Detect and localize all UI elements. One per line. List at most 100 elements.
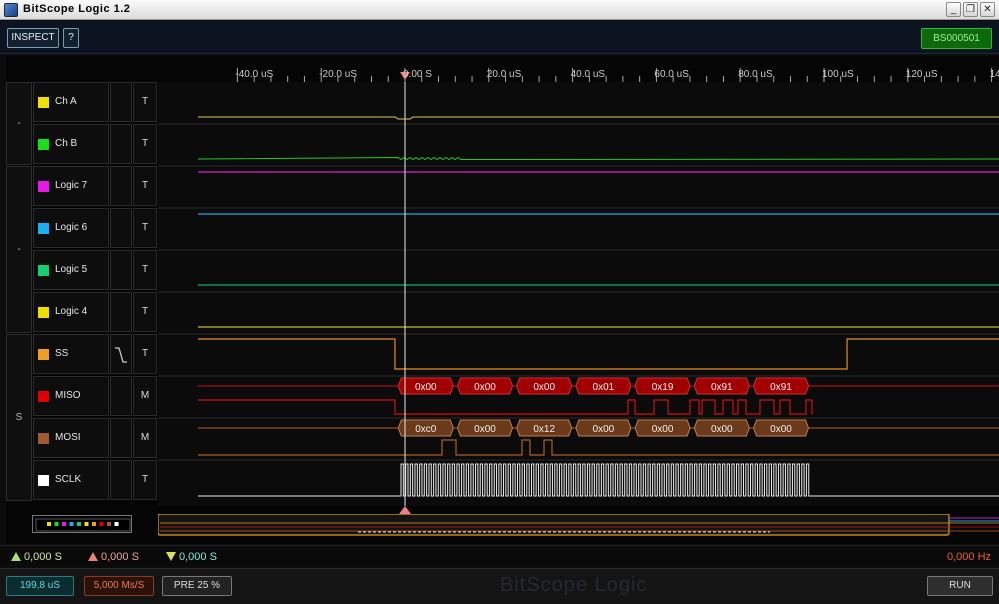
mosi-decode-value: 0x12 [533,424,555,435]
toolbar: INSPECT ? BS000501 [0,21,999,54]
time-ruler[interactable]: -40.0 uS -20.0 uS 0.00 S 20.0 uS 40.0 uS 60.0… [158,64,999,84]
window-title: BitScope Logic 1.2 [23,3,131,15]
close-icon[interactable]: ✕ [980,2,995,17]
waveform-traces: 0x00 0x00 0x00 0x01 0x19 0x91 0x91 0xc0 0x00 0x12… [158,82,999,506]
channel-trigger-cell[interactable] [110,208,132,248]
channel-color-swatch [38,265,49,276]
trace-mosi [198,439,999,456]
trace-area[interactable]: 0x00 0x00 0x00 0x01 0x19 0x91 0x91 0xc0 0x00 0x12… [158,82,999,506]
channel-label-6[interactable]: SS [33,334,109,374]
ruler-tick-label: 60.0 uS [654,69,689,80]
channel-name: SS [55,348,69,359]
miso-decode-value: 0x91 [711,382,733,393]
run-button[interactable]: RUN [927,576,993,596]
channel-label-1[interactable]: Ch B [33,124,109,164]
legend-swatch [92,522,96,526]
channel-trigger-cell[interactable] [110,82,132,122]
channel-label-0[interactable]: Ch A [33,82,109,122]
mosi-decode-value: 0x00 [474,424,496,435]
channel-group[interactable]: S [6,334,32,501]
trace-sclk [198,463,999,497]
channel-group[interactable]: - [6,82,32,165]
ruler-tick-label: 40.0 uS [570,69,606,80]
title-bar: BitScope Logic 1.2 _ ❐ ✕ [0,0,999,20]
channel-mode[interactable]: T [133,82,157,122]
channel-mode[interactable]: M [133,418,157,458]
channel-mode[interactable]: T [133,124,157,164]
legend-swatch [47,522,51,526]
miso-decode-value: 0x01 [593,382,615,393]
channel-trigger-cell[interactable] [110,418,132,458]
miso-decode-value: 0x00 [415,382,437,393]
help-button[interactable]: ? [63,28,79,48]
channel-color-swatch [38,139,49,150]
channel-mode[interactable]: T [133,250,157,290]
channel-name: Logic 4 [55,306,88,317]
miso-decode-value: 0x19 [652,382,674,393]
channel-trigger-cell[interactable] [110,292,132,332]
falling-edge-icon [115,347,127,363]
measurement-bar: 0,000 S 0,000 S 0,000 S 0,000 Hz [0,545,999,567]
miso-decode-value: 0x00 [533,382,555,393]
pretrigger-button[interactable]: PRE 25 % [162,576,232,596]
mosi-decode-value: 0x00 [711,424,733,435]
mosi-decode-value: 0x00 [652,424,674,435]
channel-label-5[interactable]: Logic 4 [33,292,109,332]
legend-swatch [62,522,66,526]
channel-name: Ch B [55,138,78,149]
channel-label-7[interactable]: MISO [33,376,109,416]
app-watermark: BitScope Logic [500,574,648,596]
channel-trigger-cell[interactable] [110,250,132,290]
legend-swatch [54,522,59,526]
device-button[interactable]: BS000501 [921,28,992,49]
cursor-a-icon [11,552,21,561]
channel-trigger-cell[interactable] [110,124,132,164]
channel-name: MISO [55,390,81,401]
channel-label-8[interactable]: MOSI [33,418,109,458]
overview-trigger-icon[interactable] [399,506,411,514]
ruler-tick-label: 100 uS [822,69,854,80]
channel-mode[interactable]: T [133,334,157,374]
app-icon [4,3,18,17]
restore-icon[interactable]: ❐ [963,2,978,17]
mosi-decode-value: 0x00 [770,424,792,435]
timebase-button[interactable]: 199,8 uS [6,576,74,596]
cursor-a-readout: 0,000 S [11,551,62,563]
minimize-icon[interactable]: _ [946,2,961,17]
cursor-b-icon [88,552,98,561]
channel-trigger-cell[interactable] [110,376,132,416]
channel-mode[interactable]: T [133,460,157,500]
legend-swatch [69,522,74,526]
channel-trigger-cell[interactable] [110,166,132,206]
channel-trigger-cell[interactable] [110,460,132,500]
channel-color-swatch [38,475,49,486]
channel-label-3[interactable]: Logic 6 [33,208,109,248]
channel-color-swatch [38,433,49,444]
channel-color-swatch [38,97,49,108]
channel-color-legend [32,515,132,533]
ruler-tick-label: -40.0 uS [235,69,274,80]
channel-name: SCLK [55,474,82,485]
channel-mode[interactable]: T [133,166,157,206]
inspect-button[interactable]: INSPECT [7,28,59,48]
trace-miso [198,399,813,415]
channel-name: Logic 6 [55,222,88,233]
channel-color-swatch [38,181,49,192]
channel-label-2[interactable]: Logic 7 [33,166,109,206]
overview-strip[interactable] [157,506,999,536]
channel-color-swatch [38,223,49,234]
channel-mode[interactable]: T [133,292,157,332]
ruler-tick-label: 20.0 uS [486,69,522,80]
trace-ch-a [198,116,999,120]
channel-label-4[interactable]: Logic 5 [33,250,109,290]
trace-ch-b [197,156,999,161]
channel-group[interactable]: - [6,166,32,333]
ruler-tick-label: 14 [989,69,999,80]
channel-mode[interactable]: M [133,376,157,416]
channel-trigger-cell[interactable] [110,334,132,374]
miso-decode-value: 0x91 [770,382,792,393]
channel-mode[interactable]: T [133,208,157,248]
channel-color-swatch [38,349,49,360]
sample-rate-button[interactable]: 5,000 Ms/S [84,576,154,596]
channel-label-9[interactable]: SCLK [33,460,109,500]
